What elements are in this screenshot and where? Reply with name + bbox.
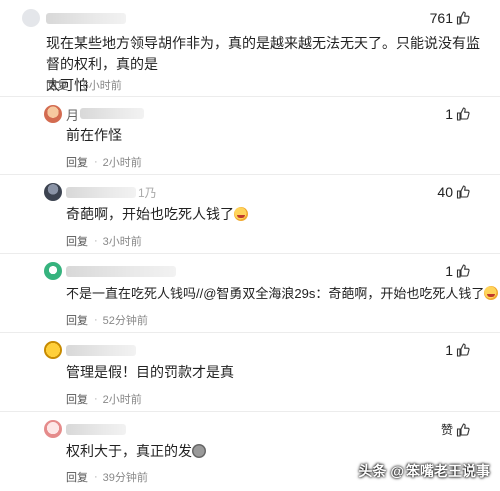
reply-button[interactable]: 回复 — [66, 312, 88, 328]
watermark: 头条 @ 笨嘴老王说事 — [358, 461, 490, 481]
like-count: 1 — [445, 106, 453, 122]
divider — [0, 174, 500, 175]
like-count: 1 — [445, 342, 453, 358]
avatar[interactable] — [44, 183, 62, 201]
like-label: 赞 — [440, 423, 453, 437]
reply-button[interactable]: 回复 — [46, 77, 68, 93]
avatar[interactable] — [44, 420, 62, 438]
comment-meta: 回复 · 2小时前 — [66, 391, 142, 407]
comment-meta: 回复 · 39分钟前 — [66, 469, 148, 485]
timestamp: 2小时前 — [102, 157, 142, 169]
comment-meta: 回复 · 52分钟前 — [66, 312, 148, 328]
separator-dot: · — [94, 235, 98, 247]
divider — [0, 96, 500, 97]
like-button[interactable]: 1 — [445, 263, 470, 279]
like-count: 1 — [445, 263, 453, 279]
timestamp: 6小时前 — [82, 80, 122, 92]
thumb-up-icon — [456, 343, 470, 357]
thumb-up-icon — [456, 185, 470, 199]
comment-text: 不是一直在吃死人钱吗//@智勇双全海浪29s：奇葩啊，开始也吃死人钱了 — [66, 283, 499, 304]
timestamp: 3小时前 — [102, 236, 142, 248]
username-blurred[interactable] — [66, 266, 176, 277]
watermark-brand: 头条 — [358, 463, 387, 479]
watermark-at: @ — [390, 463, 404, 479]
comment-text: 权利大于，真正的发 — [66, 441, 206, 462]
grin-emoji-icon — [484, 286, 499, 300]
reply-button[interactable]: 回复 — [66, 469, 88, 485]
like-count: 40 — [437, 184, 453, 200]
avatar[interactable] — [44, 262, 62, 280]
reply-button[interactable]: 回复 — [66, 233, 88, 249]
comment-meta: 回复 · 3小时前 — [66, 233, 142, 249]
timestamp: 52分钟前 — [102, 315, 148, 327]
thumb-up-icon — [456, 264, 470, 278]
comment-text: 管理是假！目的罚款才是真 — [66, 364, 234, 380]
username-blurred[interactable] — [66, 345, 136, 356]
reply-button[interactable]: 回复 — [66, 391, 88, 407]
like-button[interactable]: 1 — [445, 106, 470, 122]
divider — [0, 253, 500, 254]
avatar[interactable] — [22, 9, 40, 27]
comment-meta: 回复 · 2小时前 — [66, 154, 142, 170]
username-fragment[interactable]: 1乃 — [138, 184, 157, 201]
separator-dot: · — [94, 314, 98, 326]
avatar[interactable] — [44, 341, 62, 359]
like-count: 761 — [429, 10, 453, 26]
grin-emoji-icon — [234, 207, 248, 221]
like-button[interactable]: 40 — [437, 184, 470, 200]
comment-text: 前在作怪 — [66, 127, 122, 143]
like-button[interactable]: 赞 — [441, 421, 470, 438]
reply-button[interactable]: 回复 — [66, 154, 88, 170]
watermark-author: 笨嘴老王说事 — [406, 463, 490, 479]
timestamp: 2小时前 — [102, 394, 142, 406]
username-fragment[interactable]: 月 — [66, 105, 79, 124]
comment-text: 奇葩啊，开始也吃死人钱了 — [66, 204, 248, 225]
username-blurred[interactable] — [66, 187, 136, 198]
avatar[interactable] — [44, 105, 62, 123]
thumb-up-icon — [456, 107, 470, 121]
separator-dot: · — [94, 393, 98, 405]
separator-dot: · — [74, 79, 78, 91]
thumb-up-icon — [456, 11, 470, 25]
divider — [0, 411, 500, 412]
comment-meta: 回复 · 6小时前 — [46, 77, 122, 93]
like-button[interactable]: 1 — [445, 342, 470, 358]
thumb-up-icon — [456, 422, 470, 437]
divider — [0, 332, 500, 333]
separator-dot: · — [94, 471, 98, 483]
separator-dot: · — [94, 156, 98, 168]
username-blurred[interactable] — [80, 108, 144, 119]
username-blurred[interactable] — [66, 424, 126, 435]
timestamp: 39分钟前 — [102, 472, 148, 484]
username-blurred[interactable] — [46, 13, 126, 24]
like-button[interactable]: 761 — [430, 10, 470, 26]
grey-emoji-icon — [192, 444, 206, 458]
